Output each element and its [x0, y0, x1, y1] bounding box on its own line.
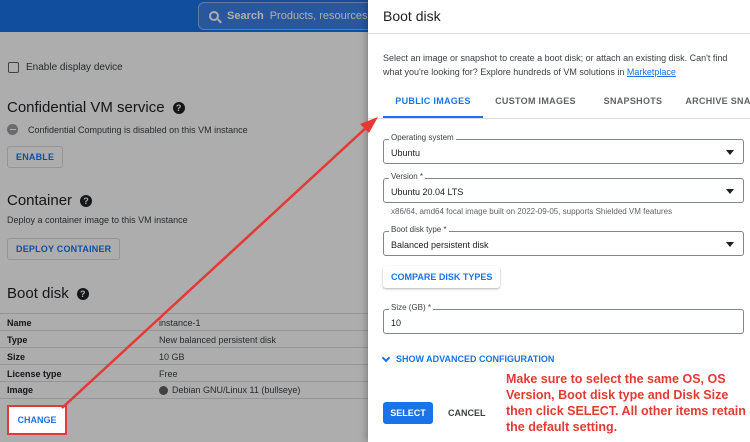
panel-intro: Select an image or snapshot to create a … — [383, 51, 743, 79]
display-device-label: Enable display device — [26, 62, 123, 73]
compare-disk-types-button[interactable]: COMPARE DISK TYPES — [383, 266, 501, 288]
divider — [0, 330, 368, 331]
field-value: Ubuntu 20.04 LTS — [391, 187, 464, 197]
cancel-button[interactable]: CANCEL — [448, 402, 486, 424]
container-title: Container ? — [7, 192, 93, 209]
select-button[interactable]: SELECT — [383, 402, 433, 424]
divider — [368, 118, 750, 119]
boot-row-image: Image Debian GNU/Linux 11 (bullseye) — [7, 385, 368, 395]
field-value: Ubuntu — [391, 148, 421, 158]
tab-archive-snapshots[interactable]: ARCHIVE SNA — [678, 92, 750, 118]
chevron-down-icon — [381, 353, 391, 362]
confidential-status: Confidential Computing is disabled on th… — [7, 124, 248, 135]
divider — [368, 33, 750, 34]
boot-row-key: Image — [7, 385, 34, 395]
size-input[interactable]: Size (GB) * 10 — [383, 303, 744, 334]
help-icon[interactable]: ? — [76, 287, 89, 300]
boot-row-key: License type — [7, 369, 62, 379]
boot-row-name: Name instance-1 — [7, 318, 368, 328]
boot-row-key: Name — [7, 318, 32, 328]
advanced-label: SHOW ADVANCED CONFIGURATION — [396, 354, 555, 364]
version-select[interactable]: Version * Ubuntu 20.04 LTS — [383, 172, 744, 203]
image-tabs: PUBLIC IMAGES CUSTOM IMAGES SNAPSHOTS AR… — [383, 92, 750, 118]
help-icon[interactable]: ? — [80, 194, 93, 207]
boot-disk-title: Boot disk ? — [7, 285, 89, 302]
image-value-text: Debian GNU/Linux 11 (bullseye) — [172, 385, 301, 395]
container-title-text: Container — [7, 192, 73, 209]
os-logo-icon — [159, 385, 168, 395]
boot-row-size: Size 10 GB — [7, 352, 368, 362]
divider — [0, 313, 368, 314]
display-device-checkbox[interactable] — [8, 62, 19, 73]
boot-disk-title-text: Boot disk — [7, 285, 69, 302]
boot-row-type: Type New balanced persistent disk — [7, 335, 368, 345]
annotation-note: Make sure to select the same OS, OS Vers… — [506, 372, 746, 434]
help-icon[interactable]: ? — [172, 101, 185, 114]
field-label: Version * — [389, 172, 426, 181]
boot-disk-type-select[interactable]: Boot disk type * Balanced persistent dis… — [383, 225, 744, 256]
container-desc: Deploy a container image to this VM inst… — [7, 215, 188, 225]
dropdown-arrow-icon — [726, 150, 734, 155]
divider — [0, 381, 368, 382]
display-device-row[interactable]: Enable display device — [8, 62, 123, 73]
show-advanced-toggle[interactable]: SHOW ADVANCED CONFIGURATION — [381, 353, 555, 364]
tab-snapshots[interactable]: SNAPSHOTS — [588, 92, 678, 118]
divider — [0, 364, 368, 365]
vm-config-page: Search Products, resources Enable displa… — [0, 0, 368, 442]
divider — [0, 347, 368, 348]
confidential-title: Confidential VM service ? — [7, 99, 185, 116]
field-value: 10 — [391, 318, 402, 328]
tab-custom-images[interactable]: CUSTOM IMAGES — [483, 92, 588, 118]
enable-button[interactable]: ENABLE — [7, 146, 64, 168]
search-input[interactable]: Search Products, resources — [198, 2, 368, 30]
field-label: Operating system — [389, 133, 456, 142]
deploy-container-button[interactable]: DEPLOY CONTAINER — [7, 238, 121, 260]
marketplace-link[interactable]: Marketplace — [627, 67, 676, 77]
dropdown-arrow-icon — [726, 242, 734, 247]
tab-public-images[interactable]: PUBLIC IMAGES — [383, 92, 483, 118]
disabled-icon — [7, 124, 18, 135]
boot-row-value: New balanced persistent disk — [159, 335, 277, 345]
boot-row-value: Debian GNU/Linux 11 (bullseye) — [159, 385, 300, 395]
field-value: Balanced persistent disk — [391, 240, 489, 250]
change-button[interactable]: CHANGE — [7, 405, 67, 435]
divider — [0, 398, 368, 399]
boot-row-value: 10 GB — [159, 352, 185, 362]
dropdown-arrow-icon — [726, 189, 734, 194]
panel-title: Boot disk — [383, 8, 441, 24]
boot-row-license: License type Free — [7, 369, 368, 379]
boot-row-value: instance-1 — [159, 318, 201, 328]
operating-system-select[interactable]: Operating system Ubuntu — [383, 133, 744, 164]
search-icon — [209, 11, 219, 21]
boot-row-key: Size — [7, 352, 26, 362]
confidential-title-text: Confidential VM service — [7, 99, 165, 116]
confidential-status-text: Confidential Computing is disabled on th… — [28, 124, 248, 135]
version-helper-text: x86/64, amd64 focal image built on 2022-… — [391, 207, 673, 216]
field-label: Size (GB) * — [389, 303, 434, 312]
boot-row-key: Type — [7, 335, 28, 345]
search-placeholder: Products, resources — [269, 10, 368, 22]
field-label: Boot disk type * — [389, 225, 449, 234]
search-label: Search — [227, 10, 264, 22]
boot-row-value: Free — [159, 369, 178, 379]
